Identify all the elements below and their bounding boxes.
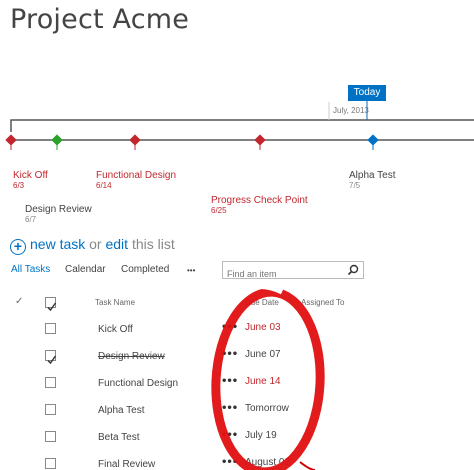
select-all-checkbox[interactable] bbox=[45, 297, 57, 312]
task-name[interactable]: Kick Off bbox=[98, 324, 133, 335]
milestone-date: 6/3 bbox=[13, 181, 25, 190]
due-date: June 07 bbox=[245, 349, 281, 360]
check-icon bbox=[47, 355, 57, 365]
column-header-task-name[interactable]: Task Name bbox=[95, 298, 135, 307]
due-date: June 14 bbox=[245, 376, 281, 387]
milestone-alpha-test[interactable]: Alpha Test 7/5 bbox=[349, 170, 396, 190]
edit-link[interactable]: edit bbox=[105, 236, 128, 252]
column-header-due-date[interactable]: Due Date bbox=[245, 298, 279, 307]
new-task-row: + new task or edit this list bbox=[10, 236, 175, 255]
milestone-date: 6/7 bbox=[25, 215, 37, 224]
row-menu-button[interactable]: ••• bbox=[221, 349, 238, 360]
milestone-diamond-kickoff bbox=[5, 134, 17, 146]
row-menu-button[interactable]: ••• bbox=[221, 376, 238, 387]
search-icon[interactable] bbox=[347, 264, 359, 276]
checkmark-column-icon: ✓ bbox=[15, 296, 24, 307]
timeline-bracket bbox=[10, 119, 474, 132]
highlight-circle bbox=[211, 284, 325, 470]
page-title: Project Acme bbox=[10, 4, 190, 35]
milestone-date: 6/14 bbox=[96, 181, 112, 190]
milestone-date: 7/5 bbox=[349, 181, 361, 190]
milestone-functional-design[interactable]: Functional Design 6/14 bbox=[96, 170, 176, 190]
plus-icon[interactable]: + bbox=[10, 239, 26, 255]
search-input[interactable] bbox=[227, 269, 345, 279]
milestone-name: Functional Design bbox=[96, 170, 177, 181]
row-checkbox[interactable] bbox=[45, 458, 56, 469]
today-badge: Today bbox=[348, 85, 386, 101]
milestone-name: Kick Off bbox=[13, 170, 48, 181]
milestone-name: Design Review bbox=[25, 204, 92, 215]
timeline bbox=[5, 100, 474, 150]
milestone-name: Alpha Test bbox=[349, 170, 396, 181]
milestone-design-review[interactable]: Design Review 6/7 bbox=[25, 204, 92, 224]
due-date: Tomorrow bbox=[245, 403, 289, 414]
tab-calendar[interactable]: Calendar bbox=[65, 264, 106, 275]
row-checkbox[interactable] bbox=[45, 404, 56, 415]
due-date: June 03 bbox=[245, 322, 281, 333]
row-checkbox[interactable] bbox=[45, 323, 56, 334]
task-name[interactable]: Functional Design bbox=[98, 378, 178, 389]
due-date: August 02 bbox=[245, 457, 291, 468]
row-checkbox[interactable] bbox=[45, 431, 56, 442]
milestone-diamond-progress bbox=[254, 134, 266, 146]
tab-all-tasks[interactable]: All Tasks bbox=[11, 264, 50, 275]
milestone-diamond-designreview bbox=[51, 134, 63, 146]
task-name[interactable]: Beta Test bbox=[98, 432, 140, 443]
column-header-assigned-to[interactable]: Assigned To bbox=[301, 298, 344, 307]
row-menu-button[interactable]: ••• bbox=[221, 457, 238, 468]
check-icon bbox=[47, 302, 57, 312]
timeline-month-label: July, 2013 bbox=[333, 106, 369, 115]
search-box bbox=[222, 261, 364, 279]
row-menu-button[interactable]: ••• bbox=[221, 322, 238, 333]
task-name[interactable]: Design Review bbox=[98, 351, 165, 362]
task-name[interactable]: Final Review bbox=[98, 459, 155, 470]
milestone-progress-check-point[interactable]: Progress Check Point 6/25 bbox=[211, 195, 308, 215]
milestone-date: 6/25 bbox=[211, 206, 227, 215]
due-date: July 19 bbox=[245, 430, 277, 441]
milestone-diamond-functional bbox=[129, 134, 141, 146]
row-checkbox[interactable] bbox=[45, 377, 56, 388]
row-menu-button[interactable]: ••• bbox=[221, 403, 238, 414]
milestone-diamond-alpha bbox=[367, 134, 379, 146]
more-views-button[interactable]: ••• bbox=[187, 266, 195, 275]
milestone-name: Progress Check Point bbox=[211, 195, 308, 206]
row-checkbox[interactable] bbox=[45, 350, 57, 365]
new-task-link[interactable]: new task bbox=[30, 236, 85, 252]
milestone-kickoff[interactable]: Kick Off 6/3 bbox=[13, 170, 48, 190]
tab-completed[interactable]: Completed bbox=[121, 264, 169, 275]
row-menu-button[interactable]: ••• bbox=[221, 430, 238, 441]
or-text: or bbox=[85, 236, 106, 252]
this-list-text: this list bbox=[128, 236, 175, 252]
task-name[interactable]: Alpha Test bbox=[98, 405, 145, 416]
